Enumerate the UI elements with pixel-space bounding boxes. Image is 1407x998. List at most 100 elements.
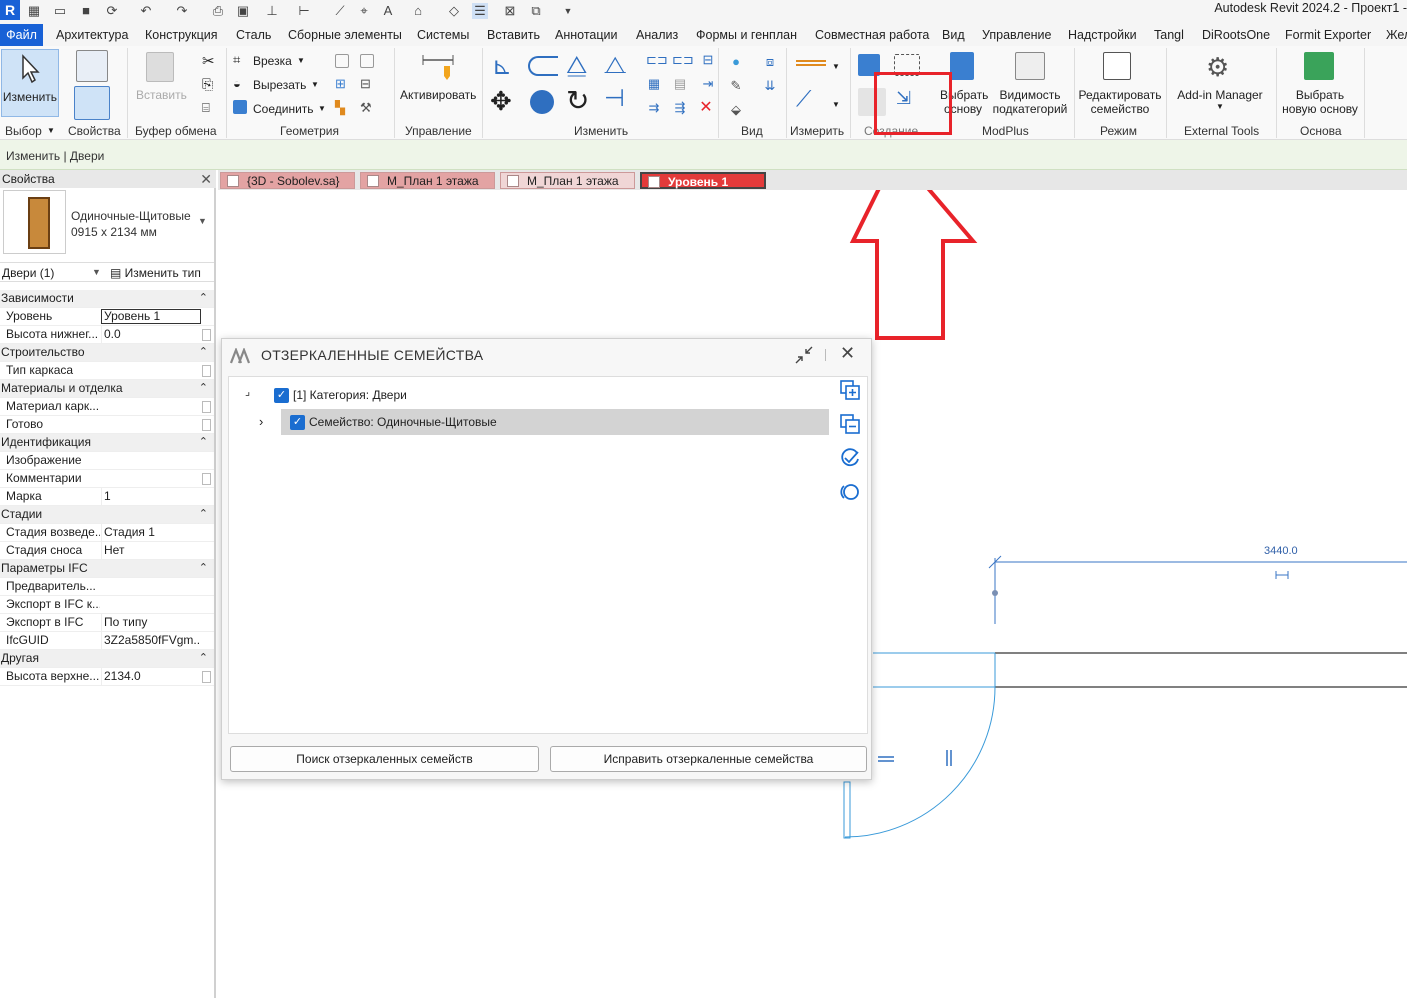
close-hidden-icon[interactable]: ⊠ <box>502 3 518 19</box>
customize-icon[interactable]: ▼ <box>560 3 576 19</box>
mirror-axis-icon[interactable]: ⧋ <box>566 52 587 80</box>
panel-host[interactable]: Основа <box>1300 124 1342 138</box>
override-icon[interactable]: ● <box>728 54 744 70</box>
move-icon[interactable]: ✥ <box>490 86 512 117</box>
panel-measure[interactable]: Измерить <box>790 124 844 138</box>
beam-join-icon[interactable]: ▚ <box>335 100 345 116</box>
property-button[interactable] <box>202 671 211 683</box>
type-selector[interactable]: Одиночные-Щитовые 0915 x 2134 мм <box>71 208 191 240</box>
property-value[interactable]: 3Z2a5850fFVgm... <box>101 632 201 649</box>
property-value[interactable]: 2134.0 <box>101 668 201 685</box>
open-icon[interactable]: ▭ <box>52 3 68 19</box>
paint-icon[interactable]: ⊞ <box>335 76 346 92</box>
hide-icon[interactable]: ⧈ <box>762 54 778 70</box>
cope-button[interactable]: Врезка <box>253 54 292 68</box>
collapse-icon[interactable]: ⌃ <box>199 380 208 397</box>
undo-icon[interactable]: ↶ <box>138 3 154 19</box>
dimension-icon[interactable]: ⊢ <box>296 3 312 19</box>
tab-systems[interactable]: Системы <box>417 24 469 46</box>
linework-icon[interactable]: ✎ <box>728 78 744 94</box>
property-value[interactable]: Стадия 1 <box>101 524 201 541</box>
chevron-down-icon[interactable]: ▼ <box>318 104 326 113</box>
split-gap-icon[interactable]: ⊏⊐ <box>672 52 694 68</box>
collapse-icon[interactable]: ⌃ <box>199 506 208 523</box>
array-icon[interactable]: ▦ <box>646 76 662 92</box>
demolish-icon[interactable]: ⊟ <box>360 76 371 92</box>
tab-manage[interactable]: Управление <box>982 24 1052 46</box>
pick-new-host-button[interactable]: Выбрать новую основу <box>1280 88 1360 116</box>
remove-selection-icon[interactable] <box>839 413 861 435</box>
default-3d-icon[interactable]: ⌂ <box>410 3 426 19</box>
collapse-arrow-icon[interactable]: ⌟ <box>245 379 250 405</box>
paint-bucket-icon[interactable]: ⬙ <box>728 102 744 118</box>
property-value[interactable]: Уровень 1 <box>101 309 201 324</box>
hammer-icon[interactable]: ⚒ <box>360 100 372 116</box>
tag-icon[interactable]: ⟋ <box>332 3 348 19</box>
unpin-icon[interactable]: ⇥ <box>700 76 716 92</box>
uncheck-all-icon[interactable] <box>839 481 861 503</box>
tab-collaborate[interactable]: Совместная работа <box>815 24 929 46</box>
panel-select[interactable]: Выбор <box>5 124 42 138</box>
property-value[interactable]: 1 <box>101 488 201 505</box>
print-setup-icon[interactable]: ▣ <box>235 3 251 19</box>
tab-structure[interactable]: Конструкция <box>145 24 218 46</box>
rotate-icon[interactable]: ↻ <box>566 84 589 117</box>
family-checkbox[interactable]: ✓ <box>290 415 305 430</box>
tab-more[interactable]: Жел <box>1386 24 1407 46</box>
pin-icon[interactable]: ⊟ <box>700 52 716 68</box>
activate-button[interactable]: Активировать <box>400 88 476 102</box>
tab-file[interactable]: Файл <box>0 24 43 46</box>
category-checkbox[interactable]: ✓ <box>274 388 289 403</box>
chevron-down-icon[interactable]: ▼ <box>92 267 101 277</box>
dimension-aligned-icon[interactable]: ⟋ <box>796 86 811 112</box>
dimension-value[interactable]: 3440.0 <box>1264 545 1298 557</box>
close-icon[interactable]: ✕ <box>200 170 212 188</box>
tab-precast[interactable]: Сборные элементы <box>288 24 402 46</box>
chevron-down-icon[interactable]: ▼ <box>311 80 319 89</box>
scale-icon[interactable]: ▤ <box>672 76 688 92</box>
tab-formit-exporter[interactable]: Formit Exporter <box>1285 24 1371 46</box>
panel-clipboard[interactable]: Буфер обмена <box>135 124 217 138</box>
wall-joins-icon[interactable] <box>335 54 349 68</box>
print-icon[interactable]: ⎙ <box>210 3 226 19</box>
tab-floor-plan-1[interactable]: М_План 1 этажа <box>360 172 495 189</box>
modify-button[interactable]: Изменить <box>1 49 59 117</box>
tab-tangl[interactable]: Tangl <box>1154 24 1184 46</box>
tab-steel[interactable]: Сталь <box>236 24 271 46</box>
property-button[interactable] <box>202 419 211 431</box>
chevron-down-icon[interactable]: ▼ <box>1216 102 1224 111</box>
pattern-icon[interactable]: ⇊ <box>762 78 778 94</box>
collapse-icon[interactable]: ⌃ <box>199 650 208 667</box>
switch-windows-icon[interactable]: ⧉ <box>528 3 544 19</box>
properties-icon[interactable] <box>74 86 110 120</box>
sync-icon[interactable]: ⟳ <box>104 3 120 19</box>
tab-massing[interactable]: Формы и генплан <box>696 24 797 46</box>
thin-lines-icon[interactable]: ☰ <box>472 3 488 19</box>
extend-icon[interactable]: ⇶ <box>672 100 688 116</box>
align-icon[interactable]: ⌖ <box>356 3 372 19</box>
tab-level-1[interactable]: Уровень 1 <box>640 172 766 189</box>
panel-modplus[interactable]: ModPlus <box>982 124 1029 138</box>
property-value[interactable]: Нет <box>101 542 201 559</box>
property-value[interactable]: 0.0 <box>101 326 201 343</box>
revit-logo[interactable]: R <box>0 0 20 20</box>
offset-icon[interactable] <box>528 56 558 76</box>
collapse-icon[interactable]: ⌃ <box>199 560 208 577</box>
chevron-down-icon[interactable]: ▼ <box>832 62 840 71</box>
match-icon[interactable]: ⌸ <box>202 100 210 116</box>
collapse-icon[interactable] <box>794 345 814 365</box>
addin-manager-button[interactable]: Add-in Manager <box>1172 88 1268 102</box>
chevron-down-icon[interactable]: ▼ <box>297 56 305 65</box>
trim-icon[interactable]: ⊣ <box>604 84 625 113</box>
panel-properties[interactable]: Свойства <box>68 124 121 138</box>
section-icon[interactable]: ◇ <box>446 3 462 19</box>
redo-icon[interactable]: ↷ <box>174 3 190 19</box>
fix-mirrored-button[interactable]: Исправить отзеркаленные семейства <box>550 746 867 772</box>
property-button[interactable] <box>202 329 211 341</box>
cope-icon[interactable]: ⌗ <box>233 52 240 68</box>
tab-insert[interactable]: Вставить <box>487 24 540 46</box>
element-filter[interactable]: Двери (1) <box>2 266 54 280</box>
scissors-icon[interactable]: ✂ <box>202 52 215 70</box>
chevron-down-icon[interactable]: ▼ <box>832 100 840 109</box>
text-icon[interactable]: A <box>380 3 396 19</box>
